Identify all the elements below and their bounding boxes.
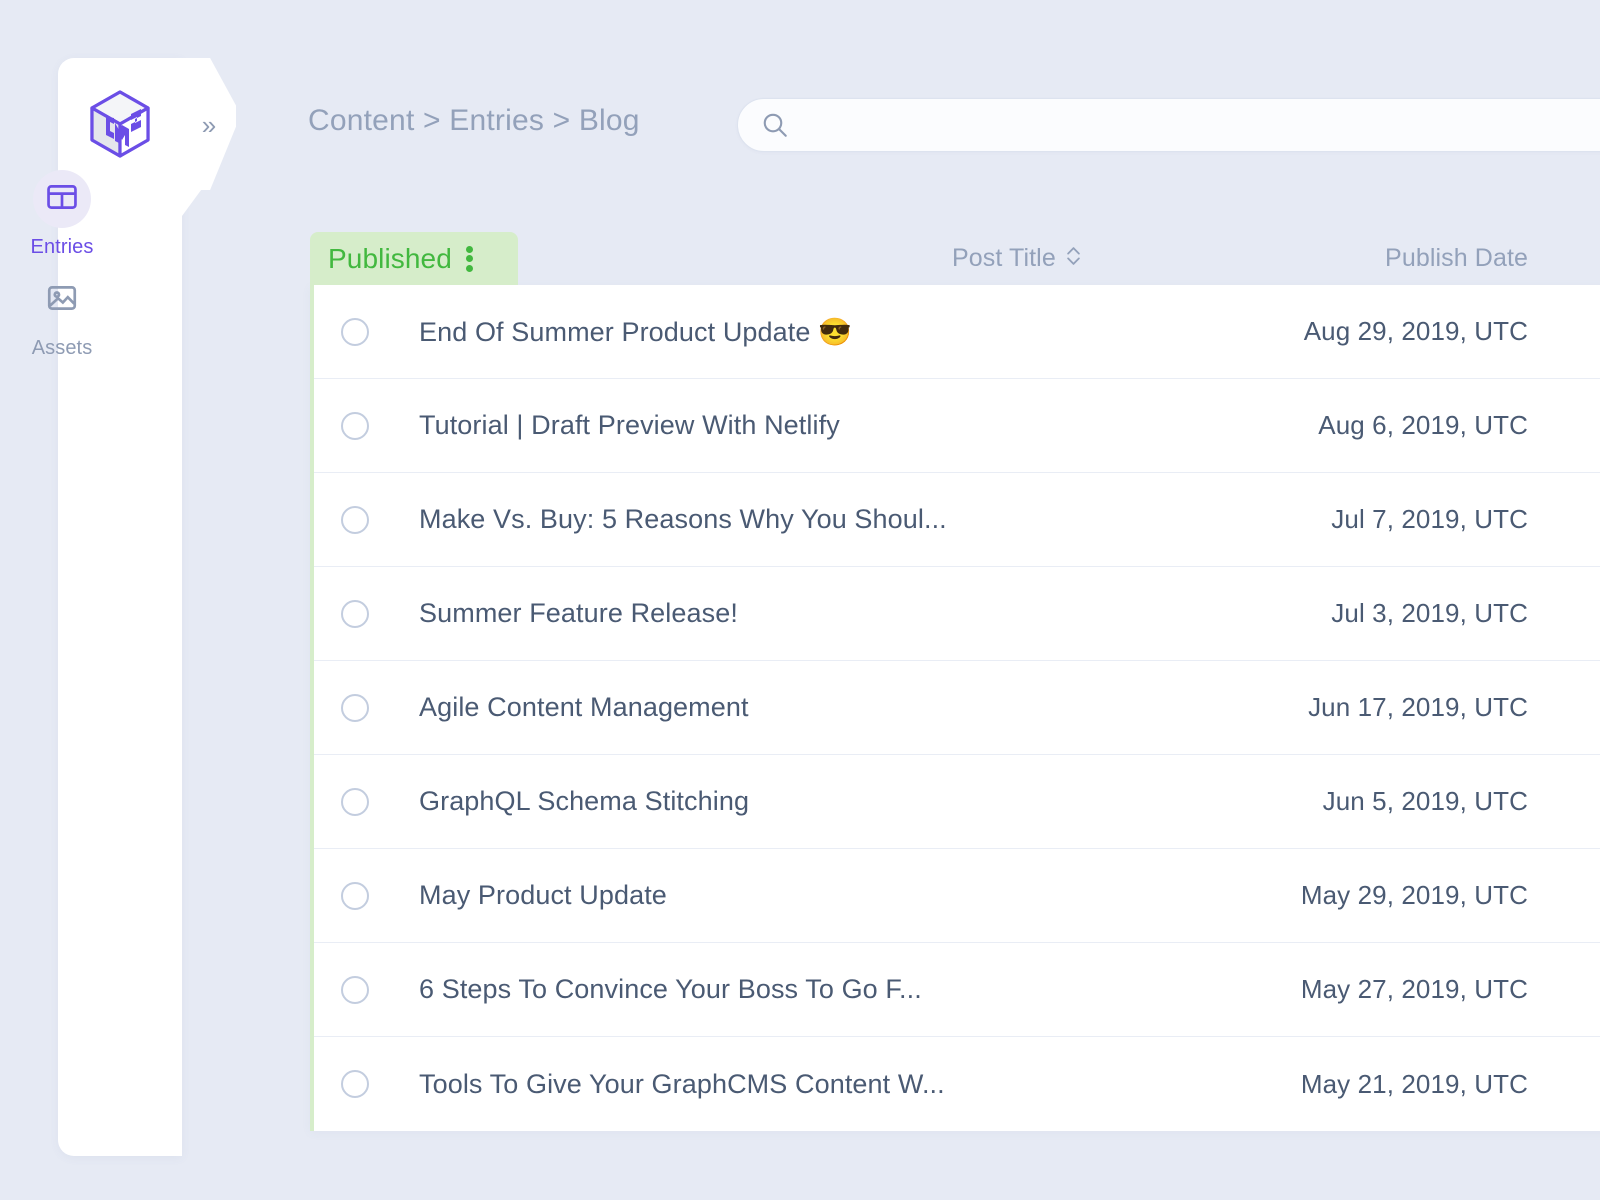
row-publish-date: May 29, 2019, UTC (1300, 880, 1528, 910)
sidebar-nav: Entries Assets (0, 170, 124, 372)
table-row[interactable]: Summer Feature Release! Jul 3, 2019, UTC (314, 567, 1600, 661)
status-tab-published[interactable]: Published (310, 232, 518, 285)
table-row[interactable]: Tools To Give Your GraphCMS Content W...… (314, 1037, 1600, 1131)
row-post-title[interactable]: 6 Steps To Convince Your Boss To Go F... (419, 974, 1301, 1005)
row-publish-date: Aug 29, 2019, UTC (1303, 316, 1528, 346)
table-row[interactable]: Agile Content Management Jun 17, 2019, UT… (314, 661, 1600, 755)
table-grid-icon (45, 180, 79, 219)
status-tab-label: Published (328, 242, 452, 274)
row-publish-date: Aug 6, 2019, UTC (1318, 410, 1528, 440)
sidebar-item-entries-label: Entries (30, 236, 94, 258)
table-body: End Of Summer Product Update 😎 Aug 29, 20… (310, 285, 1600, 1131)
row-publish-date: Jul 7, 2019, UTC (1331, 504, 1528, 534)
row-post-title[interactable]: Agile Content Management (419, 692, 1308, 723)
sidebar-item-assets[interactable]: Assets (0, 271, 124, 360)
sidebar-item-assets-label: Assets (31, 337, 93, 359)
table-row[interactable]: GraphQL Schema Stitching Jun 5, 2019, UTC (314, 755, 1600, 849)
kebab-menu-icon[interactable] (465, 245, 473, 272)
table-row[interactable]: Tutorial | Draft Preview With Netlify Aug… (314, 379, 1600, 473)
row-select-checkbox[interactable] (341, 881, 369, 910)
graphcms-cube-logo[interactable] (84, 88, 156, 160)
sidebar-item-entries[interactable]: Entries (0, 170, 124, 259)
row-publish-date: Jun 17, 2019, UTC (1308, 692, 1528, 722)
row-post-title[interactable]: End Of Summer Product Update 😎 (419, 316, 1304, 348)
image-icon (45, 281, 79, 320)
column-header-post-title-label: Post Title (952, 244, 1056, 272)
sort-updown-icon (1065, 244, 1082, 273)
table-row[interactable]: Make Vs. Buy: 5 Reasons Why You Shoul...… (314, 473, 1600, 567)
entries-table: Published Post Title Publish Date End Of… (310, 232, 1600, 1131)
search-input[interactable] (804, 112, 1600, 138)
sidebar-expand-button[interactable]: » (188, 105, 228, 145)
row-publish-date: May 27, 2019, UTC (1300, 974, 1528, 1004)
row-select-checkbox[interactable] (341, 599, 369, 628)
row-select-checkbox[interactable] (341, 693, 369, 722)
row-select-checkbox[interactable] (341, 1070, 369, 1098)
table-row[interactable]: May Product Update May 29, 2019, UTC (314, 849, 1600, 943)
row-post-title[interactable]: Tools To Give Your GraphCMS Content W... (419, 1069, 1301, 1100)
row-publish-date: Jun 5, 2019, UTC (1322, 786, 1528, 816)
row-post-title[interactable]: Tutorial | Draft Preview With Netlify (419, 410, 1318, 441)
row-publish-date: Jul 3, 2019, UTC (1331, 598, 1528, 628)
row-select-checkbox[interactable] (341, 505, 369, 534)
search-icon (760, 110, 790, 140)
column-header-post-title[interactable]: Post Title (952, 244, 1082, 273)
table-row[interactable]: End Of Summer Product Update 😎 Aug 29, 20… (314, 285, 1600, 379)
chevron-double-right-icon: » (201, 110, 217, 140)
entries-icon-background (33, 170, 91, 228)
column-header-publish-date[interactable]: Publish Date (1385, 232, 1528, 285)
row-publish-date: May 21, 2019, UTC (1300, 1068, 1528, 1099)
row-post-title[interactable]: May Product Update (419, 880, 1301, 911)
column-header-publish-date-label: Publish Date (1385, 244, 1528, 272)
app-root: » Entries Assets Content > Entries > Blo… (0, 0, 1600, 1200)
column-headers: Post Title Publish Date (518, 232, 1600, 285)
row-select-checkbox[interactable] (341, 975, 369, 1004)
sidebar-notch-tail (182, 186, 204, 216)
row-select-checkbox[interactable] (341, 317, 369, 346)
row-select-checkbox[interactable] (341, 787, 369, 816)
row-select-checkbox[interactable] (341, 411, 369, 440)
row-post-title[interactable]: GraphQL Schema Stitching (419, 786, 1323, 817)
breadcrumb[interactable]: Content > Entries > Blog (308, 104, 640, 138)
table-header-row: Published Post Title Publish Date (310, 232, 1600, 285)
table-row[interactable]: 6 Steps To Convince Your Boss To Go F...… (314, 943, 1600, 1037)
row-post-title[interactable]: Make Vs. Buy: 5 Reasons Why You Shoul... (419, 504, 1331, 535)
assets-icon-background (33, 271, 91, 329)
row-post-title[interactable]: Summer Feature Release! (419, 598, 1331, 629)
search-bar[interactable] (737, 98, 1600, 152)
